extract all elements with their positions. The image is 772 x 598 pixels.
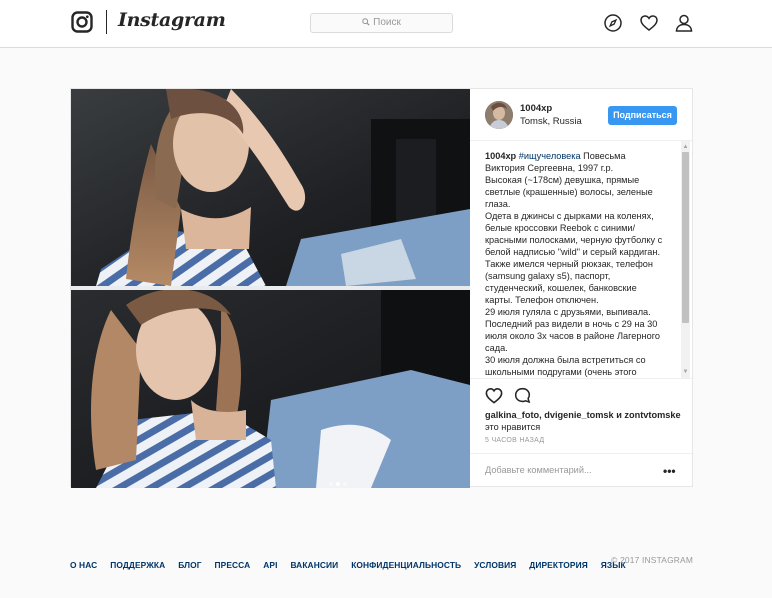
comment-input[interactable]: Добавьте комментарий... bbox=[485, 465, 592, 475]
caption-line-first: 1004xp #ищучеловека Повесьма bbox=[485, 150, 680, 162]
caption-line: белой надписью "wild" и серый кардиган. bbox=[485, 247, 660, 257]
caption-line: Высокая (~178см) девушка, прямые bbox=[485, 175, 640, 185]
carousel-dot[interactable] bbox=[329, 482, 333, 486]
footer-link-press[interactable]: ПРЕССА bbox=[215, 560, 251, 570]
scroll-thumb[interactable] bbox=[682, 152, 689, 323]
footer-link-blog[interactable]: БЛОГ bbox=[178, 560, 201, 570]
scroll-up-arrow-icon[interactable]: ▲ bbox=[681, 143, 690, 152]
post-caption: 1004xp #ищучеловека Повесьма Виктория Се… bbox=[485, 150, 680, 378]
likes-summary: galkina_foto, dvigenie_tomsk и zontvtoms… bbox=[485, 409, 685, 433]
avatar[interactable] bbox=[485, 101, 513, 129]
more-options-icon[interactable]: ••• bbox=[663, 464, 676, 478]
footer-link-privacy[interactable]: КОНФИДЕНЦИАЛЬНОСТЬ bbox=[351, 560, 461, 570]
photo-panel-bottom bbox=[71, 290, 470, 488]
post-location[interactable]: Tomsk, Russia bbox=[520, 116, 582, 127]
post-header: 1004xp Tomsk, Russia Подписаться bbox=[470, 89, 694, 141]
instagram-camera-icon[interactable] bbox=[71, 11, 93, 33]
footer-link-directory[interactable]: ДИРЕКТОРИЯ bbox=[529, 560, 588, 570]
carousel-dot-active[interactable] bbox=[336, 482, 340, 486]
caption-line: июля около 3х часов в районе Лагерного bbox=[485, 331, 660, 341]
search-input[interactable]: Поиск bbox=[310, 13, 453, 33]
caption-line: глаза. bbox=[485, 199, 511, 209]
likes-suffix: это нравится bbox=[485, 422, 541, 432]
caption-line: Последний раз видели в ночь с 29 на 30 bbox=[485, 319, 658, 329]
search-placeholder: Поиск bbox=[373, 17, 401, 28]
post-actions bbox=[485, 387, 542, 405]
caption-text: Повесьма bbox=[580, 151, 626, 161]
search-icon bbox=[362, 18, 370, 27]
footer-links: О НАС ПОДДЕРЖКА БЛОГ ПРЕССА API ВАКАНСИИ… bbox=[70, 555, 634, 570]
caption-line: школьными подругами (очень этого bbox=[485, 367, 637, 377]
carousel-dot[interactable] bbox=[343, 482, 347, 486]
carousel-indicator bbox=[329, 473, 350, 486]
post-username[interactable]: 1004xp bbox=[520, 103, 552, 114]
photo-panel-top bbox=[71, 89, 470, 286]
post-card: 1004xp Tomsk, Russia Подписаться 1004xp … bbox=[70, 88, 694, 488]
post-timestamp[interactable]: 5 ЧАСОВ НАЗАД bbox=[485, 437, 544, 444]
explore-compass-icon[interactable] bbox=[603, 13, 623, 33]
footer-link-api[interactable]: API bbox=[263, 560, 277, 570]
likers-list[interactable]: galkina_foto, dvigenie_tomsk и zontvtoms… bbox=[485, 410, 681, 420]
caption-scrollbar[interactable]: ▲ ▼ bbox=[681, 141, 690, 378]
like-heart-icon[interactable] bbox=[485, 387, 503, 404]
copyright: © 2017 INSTAGRAM bbox=[611, 555, 693, 565]
caption-line: Виктория Сергеевна, 1997 г.р. bbox=[485, 163, 614, 173]
caption-line: 29 июля гуляла с друзьями, выпивала. bbox=[485, 307, 651, 317]
caption-line: белые кроссовки Reebok с синими/ bbox=[485, 223, 636, 233]
caption-line: (samsung galaxy s5), паспорт, bbox=[485, 271, 611, 281]
caption-hashtag[interactable]: #ищучеловека bbox=[519, 151, 581, 161]
caption-line: 30 июля должна была встретиться со bbox=[485, 355, 646, 365]
logo-divider bbox=[106, 10, 107, 34]
footer-link-jobs[interactable]: ВАКАНСИИ bbox=[290, 560, 338, 570]
scroll-down-arrow-icon[interactable]: ▼ bbox=[681, 368, 690, 377]
top-navigation-bar: Instagram Поиск bbox=[0, 0, 772, 48]
footer-link-support[interactable]: ПОДДЕРЖКА bbox=[110, 560, 165, 570]
comment-box: Добавьте комментарий... ••• bbox=[470, 453, 694, 488]
footer-link-terms[interactable]: УСЛОВИЯ bbox=[474, 560, 516, 570]
profile-user-icon[interactable] bbox=[674, 13, 694, 33]
comment-bubble-icon[interactable] bbox=[514, 387, 531, 404]
caption-line: Одета в джинсы с дырками на коленях, bbox=[485, 211, 654, 221]
caption-line: студенческий, кошелек, банковские bbox=[485, 283, 637, 293]
caption-line: красными полосками, черную футболку с bbox=[485, 235, 663, 245]
post-photo[interactable] bbox=[71, 89, 470, 488]
heart-icon[interactable] bbox=[639, 13, 659, 33]
caption-line: светлые (крашенные) волосы, зеленые bbox=[485, 187, 653, 197]
caption-area[interactable]: 1004xp #ищучеловека Повесьма Виктория Се… bbox=[470, 141, 694, 379]
caption-line: Также имелся черный рюкзак, телефон bbox=[485, 259, 653, 269]
caption-username[interactable]: 1004xp bbox=[485, 151, 516, 161]
caption-line: сада. bbox=[485, 343, 508, 353]
follow-button[interactable]: Подписаться bbox=[608, 106, 677, 125]
instagram-wordmark[interactable]: Instagram bbox=[118, 9, 226, 31]
footer-link-about[interactable]: О НАС bbox=[70, 560, 97, 570]
post-sidebar: 1004xp Tomsk, Russia Подписаться 1004xp … bbox=[470, 89, 694, 488]
caption-line: карты. Телефон отключен. bbox=[485, 295, 599, 305]
